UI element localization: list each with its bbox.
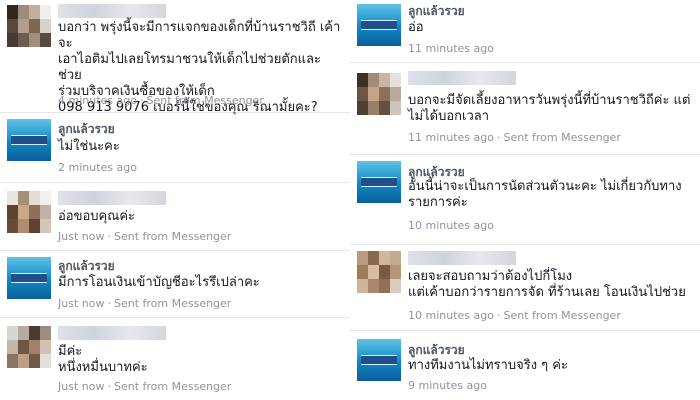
meta-separator: · bbox=[496, 131, 501, 144]
message-item: มีค่ะ หนึ่งหมื่นบาทค่ะ Just now · Sent fro… bbox=[0, 318, 350, 400]
sender-name-redacted bbox=[58, 191, 166, 205]
sender-name[interactable]: ลูกแล้วรวย bbox=[408, 2, 465, 21]
message-source: Sent from Messenger bbox=[503, 131, 621, 144]
message-meta: Just now · Sent from Messenger bbox=[58, 297, 231, 310]
message-source: Sent from Messenger bbox=[113, 380, 232, 393]
meta-separator: · bbox=[107, 230, 111, 243]
brand-logo-band bbox=[11, 135, 47, 145]
message-time: 4 minutes ago bbox=[58, 94, 137, 107]
avatar[interactable] bbox=[357, 251, 401, 293]
message-text: ไม่ใช่นะคะ bbox=[58, 139, 120, 154]
message-text: อ่อ bbox=[408, 20, 424, 35]
message-text: เลยจะสอบถามว่าต้องไปกี่โมง แต่เค้าบอกว่า… bbox=[408, 269, 686, 300]
avatar[interactable] bbox=[357, 339, 401, 381]
message-time: 10 minutes ago bbox=[408, 219, 494, 232]
message-time: Just now bbox=[58, 230, 105, 243]
sender-name[interactable]: ลูกแล้วรวย bbox=[58, 257, 115, 276]
message-source: Sent from Messenger bbox=[113, 230, 232, 243]
message-item: ลูกแล้วรวย ไม่ใช่นะคะ 2 minutes ago bbox=[0, 113, 350, 183]
avatar[interactable] bbox=[7, 257, 51, 299]
message-time: 9 minutes ago bbox=[408, 379, 487, 392]
message-time: 2 minutes ago bbox=[58, 161, 137, 174]
message-meta: 10 minutes ago · Sent from Messenger bbox=[408, 309, 621, 322]
avatar[interactable] bbox=[357, 161, 401, 203]
avatar[interactable] bbox=[357, 73, 401, 115]
message-item: บอกว่า พรุ่งนี้จะมีการแจกของเด็กที่บ้านร… bbox=[0, 0, 350, 115]
avatar[interactable] bbox=[7, 5, 51, 47]
message-source: Sent from Messenger bbox=[503, 309, 621, 322]
message-meta: 11 minutes ago · Sent from Messenger bbox=[408, 131, 621, 144]
sender-name-redacted bbox=[58, 4, 166, 18]
message-item: บอกจะมีจัดเลี้ยงอาหารวันพรุ่งนี้ที่บ้านร… bbox=[350, 63, 700, 155]
brand-logo-band bbox=[361, 20, 397, 30]
left-conversation-column: บอกว่า พรุ่งนี้จะมีการแจกของเด็กที่บ้านร… bbox=[0, 0, 350, 400]
avatar[interactable] bbox=[7, 119, 51, 161]
meta-separator: · bbox=[139, 94, 144, 107]
message-meta: 4 minutes ago · Sent from Messenger bbox=[58, 94, 264, 107]
message-item: ลูกแล้วรวย อ่อ 11 minutes ago bbox=[350, 0, 700, 63]
message-source: Sent from Messenger bbox=[146, 94, 264, 107]
message-item: อ่อขอบคุณค่ะ Just now · Sent from Messenge… bbox=[0, 183, 350, 251]
message-time: 11 minutes ago bbox=[408, 131, 494, 144]
message-text: อันนี้น่าจะเป็นการนัดส่วนตัวนะคะ ไม่เกี่… bbox=[408, 179, 682, 210]
message-time: Just now bbox=[58, 380, 105, 393]
brand-logo-band bbox=[361, 177, 397, 187]
message-time: 10 minutes ago bbox=[408, 309, 494, 322]
message-meta: Just now · Sent from Messenger bbox=[58, 230, 231, 243]
message-text: อ่อขอบคุณค่ะ bbox=[58, 209, 135, 224]
sender-name-redacted bbox=[408, 71, 516, 85]
sender-name-redacted bbox=[58, 326, 166, 340]
sender-name[interactable]: ลูกแล้วรวย bbox=[58, 120, 115, 139]
message-meta: Just now · Sent from Messenger bbox=[58, 380, 231, 393]
message-item: ลูกแล้วรวย มีการโอนเงินเข้าบัญชีอะไรรึเป… bbox=[0, 251, 350, 318]
message-item: ลูกแล้วรวย ทางทีมงานไม่ทราบจริง ๆ ค่ะ 9 … bbox=[350, 331, 700, 400]
message-text: มีการโอนเงินเข้าบัญชีอะไรรึเปล่าคะ bbox=[58, 275, 260, 290]
message-time: Just now bbox=[58, 297, 105, 310]
meta-separator: · bbox=[496, 309, 501, 322]
message-time: 11 minutes ago bbox=[408, 42, 494, 55]
meta-separator: · bbox=[107, 297, 111, 310]
message-text: มีค่ะ หนึ่งหมื่นบาทค่ะ bbox=[58, 344, 148, 375]
brand-logo-band bbox=[361, 355, 397, 365]
right-conversation-column: ลูกแล้วรวย อ่อ 11 minutes ago บอกจะมีจัด… bbox=[350, 0, 700, 400]
message-text: บอกจะมีจัดเลี้ยงอาหารวันพรุ่งนี้ที่บ้านร… bbox=[408, 93, 691, 124]
brand-logo-band bbox=[11, 273, 47, 283]
message-item: ลูกแล้วรวย อันนี้น่าจะเป็นการนัดส่วนตัวน… bbox=[350, 155, 700, 245]
message-item: เลยจะสอบถามว่าต้องไปกี่โมง แต่เค้าบอกว่า… bbox=[350, 245, 700, 331]
avatar[interactable] bbox=[7, 326, 51, 368]
message-source: Sent from Messenger bbox=[113, 297, 232, 310]
meta-separator: · bbox=[107, 380, 111, 393]
avatar[interactable] bbox=[357, 4, 401, 46]
message-text: ทางทีมงานไม่ทราบจริง ๆ ค่ะ bbox=[408, 358, 568, 373]
avatar[interactable] bbox=[7, 191, 51, 233]
sender-name-redacted bbox=[408, 251, 516, 265]
